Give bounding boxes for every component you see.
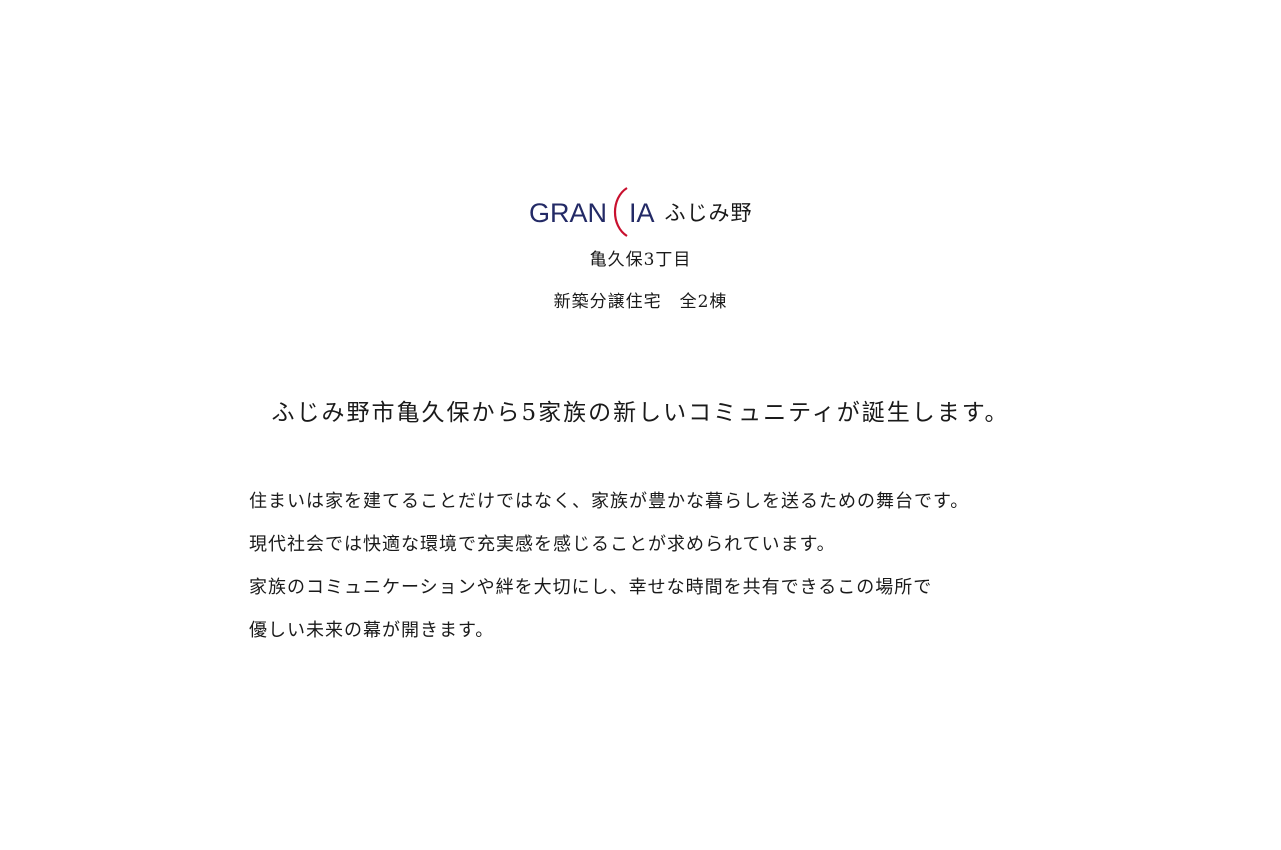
logo-brand-left: GRAN (529, 198, 607, 228)
body-line: 住まいは家を建てることだけではなく、家族が豊かな暮らしを送るための舞台です。 (249, 491, 970, 512)
body-line: 現代社会では快適な環境で充実感を感じることが求められています。 (249, 534, 836, 555)
address: 亀久保3丁目 (589, 250, 692, 270)
page: GRAN IA ふじみ野 亀久保3丁目 新築分譲住宅 全2棟 ふじみ野市亀久保か… (0, 0, 1281, 850)
grancia-logo-icon: GRAN IA (529, 187, 655, 237)
property-subtitle: 新築分譲住宅 全2棟 (553, 292, 728, 312)
logo-block: GRAN IA ふじみ野 (0, 180, 1281, 244)
body-line: 優しい未来の幕が開きます。 (249, 620, 495, 641)
logo-crescent-mark (613, 187, 628, 237)
logo-location-name: ふじみ野 (664, 201, 753, 225)
body-text: 住まいは家を建てることだけではなく、家族が豊かな暮らしを送るための舞台です。 現… (249, 487, 1069, 659)
headline: ふじみ野市亀久保から5家族の新しいコミュニティが誕生します。 (271, 400, 1010, 426)
logo[interactable]: GRAN IA ふじみ野 (529, 180, 753, 240)
body-line: 家族のコミュニケーションや絆を大切にし、幸せな時間を共有できるこの場所で (249, 577, 933, 598)
logo-brand-right: IA (629, 198, 655, 228)
